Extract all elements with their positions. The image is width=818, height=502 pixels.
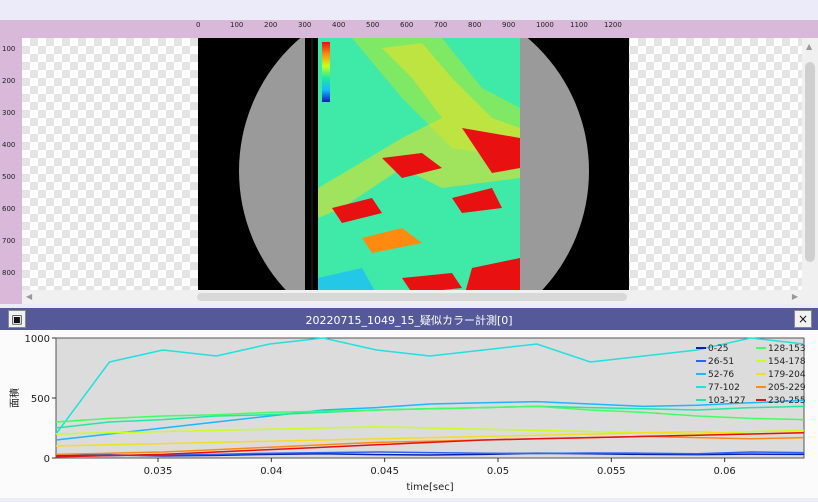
- ruler-left-tick: 500: [2, 173, 16, 181]
- ruler-left-tick: 100: [2, 45, 16, 53]
- horizontal-scroll-thumb[interactable]: [197, 293, 627, 301]
- ruler-left-tick: 600: [2, 205, 16, 213]
- ruler-top-tick: 500: [366, 21, 380, 29]
- ruler-top-tick: 400: [332, 21, 346, 29]
- ruler-top-tick: 800: [468, 21, 482, 29]
- legend-label: 179-204: [768, 370, 806, 380]
- y-tick-label: 1000: [25, 334, 50, 345]
- vertical-scroll-thumb[interactable]: [805, 62, 815, 262]
- x-tick-label: 0.05: [487, 466, 509, 477]
- legend-label: 103-127: [708, 396, 746, 406]
- legend-label: 230-255: [768, 396, 806, 406]
- x-tick-label: 0.035: [144, 466, 173, 477]
- legend-label: 128-153: [768, 344, 806, 354]
- area-chart: 0.035 0.04 0.045 0.05 0.055 0.06 0 500 1000 time[…: [0, 330, 818, 498]
- horizontal-scrollbar[interactable]: ◀ ▶: [22, 290, 802, 304]
- y-tick-label: 500: [31, 394, 50, 405]
- left-ruler: 100 200 300 400 500 600 700 800: [0, 38, 23, 304]
- ruler-top-tick: 100: [230, 21, 244, 29]
- close-button[interactable]: ×: [794, 310, 812, 328]
- legend-label: 205-229: [768, 383, 806, 393]
- x-tick-label: 0.055: [597, 466, 626, 477]
- scroll-left-icon[interactable]: ◀: [26, 292, 32, 301]
- specimen-image: [198, 38, 629, 304]
- legend-label: 52-76: [708, 370, 734, 380]
- image-viewer[interactable]: 0 100 200 300 400 500 600 700 800 900 1000 1100 1200…: [0, 20, 818, 304]
- ruler-top-tick: 0: [196, 21, 201, 29]
- x-tick-label: 0.06: [714, 466, 736, 477]
- ruler-top-tick: 300: [298, 21, 312, 29]
- panel-titlebar[interactable]: ▣ 20220715_1049_15_疑似カラー計測[0] ×: [0, 308, 818, 330]
- ruler-top-tick: 1100: [570, 21, 588, 29]
- ruler-left-tick: 800: [2, 269, 16, 277]
- legend-label: 26-51: [708, 357, 734, 367]
- ruler-top-tick: 1200: [604, 21, 622, 29]
- ruler-left-tick: 700: [2, 237, 16, 245]
- x-axis-label: time[sec]: [406, 482, 453, 493]
- chart-svg: 0.035 0.04 0.045 0.05 0.055 0.06 0 500 1000 time[…: [8, 334, 806, 493]
- ruler-top-tick: 900: [502, 21, 516, 29]
- ruler-left-tick: 300: [2, 109, 16, 117]
- x-tick-label: 0.04: [260, 466, 282, 477]
- x-tick-label: 0.045: [370, 466, 399, 477]
- legend-label: 154-178: [768, 357, 806, 367]
- image-canvas[interactable]: [22, 38, 802, 304]
- ruler-left-tick: 200: [2, 77, 16, 85]
- ruler-top-tick: 600: [400, 21, 414, 29]
- app-window: 0 100 200 300 400 500 600 700 800 900 1000 1100 1200…: [0, 20, 818, 498]
- top-ruler: 0 100 200 300 400 500 600 700 800 900 1000 1100 1200: [0, 20, 818, 39]
- legend-label: 77-102: [708, 383, 740, 393]
- scroll-up-icon[interactable]: ▲: [806, 42, 812, 51]
- vertical-scrollbar[interactable]: ▲: [802, 38, 818, 304]
- panel-title: 20220715_1049_15_疑似カラー計測[0]: [305, 314, 513, 327]
- ruler-top-tick: 700: [434, 21, 448, 29]
- measurement-panel: ▣ 20220715_1049_15_疑似カラー計測[0] × 0.035 0.0…: [0, 308, 818, 498]
- ruler-top-tick: 200: [264, 21, 278, 29]
- legend-label: 0-25: [708, 344, 728, 354]
- ruler-left-tick: 400: [2, 141, 16, 149]
- y-tick-label: 0: [44, 454, 50, 465]
- ruler-top-tick: 1000: [536, 21, 554, 29]
- y-axis-label: 面積: [8, 388, 21, 408]
- scroll-right-icon[interactable]: ▶: [792, 292, 798, 301]
